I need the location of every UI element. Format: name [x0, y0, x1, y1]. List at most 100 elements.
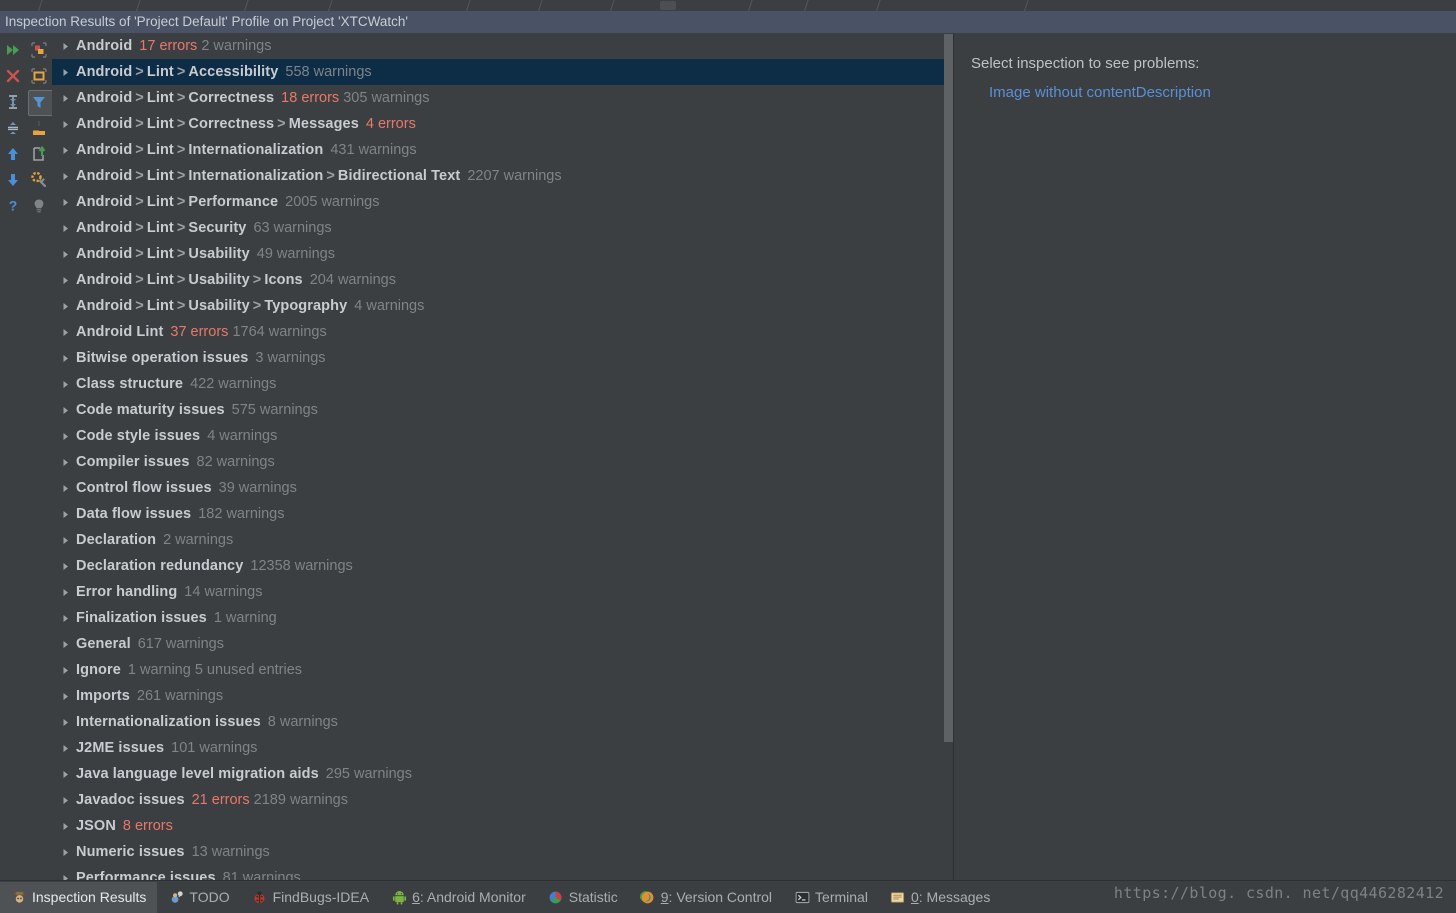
- tree-row[interactable]: Internationalization issues 8 warnings: [52, 709, 953, 735]
- tree-row[interactable]: Performance issues 81 warnings: [52, 865, 953, 880]
- tree-row[interactable]: Android > Lint > Usability > Typography 4 warni…: [52, 293, 953, 319]
- tree-row[interactable]: JSON 8 errors: [52, 813, 953, 839]
- statusbar-item-statistic[interactable]: Statistic: [537, 882, 629, 913]
- tree-row[interactable]: Numeric issues 13 warnings: [52, 839, 953, 865]
- tree-row[interactable]: Android > Lint > Correctness 18 errors 305 wa…: [52, 85, 953, 111]
- tree-row[interactable]: Ignore 1 warning 5 unused entries: [52, 657, 953, 683]
- previous-occurrence-icon[interactable]: [0, 141, 26, 167]
- chevron-right-icon[interactable]: [54, 172, 76, 181]
- help-icon[interactable]: ?: [0, 193, 26, 219]
- chevron-right-icon[interactable]: [54, 224, 76, 233]
- chevron-right-icon[interactable]: [54, 68, 76, 77]
- tree-row[interactable]: Android > Lint > Accessibility 558 warnings: [52, 59, 953, 85]
- chevron-right-icon[interactable]: [54, 406, 76, 415]
- tree-row[interactable]: Finalization issues 1 warning: [52, 605, 953, 631]
- tree-row-counts: 204 warnings: [309, 272, 396, 288]
- chevron-right-icon[interactable]: [54, 692, 76, 701]
- panel-title: Inspection Results of 'Project Default' …: [0, 11, 1456, 33]
- chevron-right-icon[interactable]: [54, 120, 76, 129]
- tree-row[interactable]: Declaration redundancy 12358 warnings: [52, 553, 953, 579]
- statusbar-item-todo[interactable]: TODO: [157, 882, 240, 913]
- group-by-severity-icon[interactable]: [26, 37, 52, 63]
- tree-row[interactable]: Bitwise operation issues 3 warnings: [52, 345, 953, 371]
- tree-row[interactable]: General 617 warnings: [52, 631, 953, 657]
- chevron-right-icon[interactable]: [54, 302, 76, 311]
- statusbar-item-findbugs-idea[interactable]: FindBugs-IDEA: [241, 882, 380, 913]
- tree-row[interactable]: Javadoc issues 21 errors 2189 warnings: [52, 787, 953, 813]
- chevron-right-icon[interactable]: [54, 562, 76, 571]
- tree-row[interactable]: Android > Lint > Usability > Icons 204 warnings: [52, 267, 953, 293]
- toolbar-column-right: [26, 33, 53, 880]
- chevron-right-icon[interactable]: [54, 146, 76, 155]
- chevron-right-icon[interactable]: [54, 770, 76, 779]
- filter-icon[interactable]: [26, 89, 53, 116]
- tree-vertical-scrollbar[interactable]: [944, 33, 953, 880]
- import-results-icon[interactable]: [26, 115, 52, 141]
- chevron-right-icon[interactable]: [54, 198, 76, 207]
- tree-row[interactable]: Control flow issues 39 warnings: [52, 475, 953, 501]
- chevron-right-icon[interactable]: [54, 42, 76, 51]
- chevron-right-icon[interactable]: [54, 250, 76, 259]
- tree-row-counts: 261 warnings: [136, 688, 224, 704]
- chevron-right-icon[interactable]: [54, 484, 76, 493]
- tree-row[interactable]: Error handling 14 warnings: [52, 579, 953, 605]
- statusbar-item-terminal[interactable]: Terminal: [783, 882, 879, 913]
- tree-row[interactable]: Android > Lint > Internationalization 431 war…: [52, 137, 953, 163]
- tree-row[interactable]: Declaration 2 warnings: [52, 527, 953, 553]
- tree-row[interactable]: Code maturity issues 575 warnings: [52, 397, 953, 423]
- chevron-right-icon[interactable]: [54, 380, 76, 389]
- chevron-right-icon[interactable]: [54, 796, 76, 805]
- settings-icon[interactable]: [26, 167, 52, 193]
- tree-row[interactable]: Android Lint 37 errors 1764 warnings: [52, 319, 953, 345]
- inspection-body: ? Android 17 errors 2 warnings Android >…: [0, 33, 1456, 880]
- chevron-right-icon[interactable]: [54, 666, 76, 675]
- tree-row[interactable]: Android > Lint > Security 63 warnings: [52, 215, 953, 241]
- chevron-right-icon[interactable]: [54, 354, 76, 363]
- tree-row[interactable]: Java language level migration aids 295 wa…: [52, 761, 953, 787]
- next-occurrence-icon[interactable]: [0, 167, 26, 193]
- statusbar-item-version-control[interactable]: 9: Version Control: [629, 882, 783, 913]
- inspection-link[interactable]: Image without contentDescription: [971, 84, 1456, 101]
- statusbar-item-label: 0: Messages: [910, 889, 991, 905]
- tree-row[interactable]: Android > Lint > Correctness > Messages 4 error…: [52, 111, 953, 137]
- chevron-right-icon[interactable]: [54, 718, 76, 727]
- tree-row[interactable]: Imports 261 warnings: [52, 683, 953, 709]
- tree-row[interactable]: Android > Lint > Usability 49 warnings: [52, 241, 953, 267]
- detail-panel: Select inspection to see problems: Image…: [954, 33, 1456, 880]
- chevron-right-icon[interactable]: [54, 432, 76, 441]
- chevron-right-icon[interactable]: [54, 848, 76, 857]
- chevron-right-icon[interactable]: [54, 458, 76, 467]
- chevron-right-icon[interactable]: [54, 328, 76, 337]
- close-icon[interactable]: [0, 63, 26, 89]
- collapse-all-icon[interactable]: [0, 115, 26, 141]
- chevron-right-icon[interactable]: [54, 510, 76, 519]
- expand-all-icon[interactable]: [0, 89, 26, 115]
- tree-row[interactable]: Code style issues 4 warnings: [52, 423, 953, 449]
- tree-row[interactable]: Android > Lint > Internationalization > Bidire…: [52, 163, 953, 189]
- statusbar-item-android-monitor[interactable]: 6: Android Monitor: [380, 882, 537, 913]
- tree-row[interactable]: Class structure 422 warnings: [52, 371, 953, 397]
- export-icon[interactable]: [26, 141, 52, 167]
- group-by-directory-icon[interactable]: [26, 63, 52, 89]
- tree-row[interactable]: J2ME issues 101 warnings: [52, 735, 953, 761]
- chevron-right-icon[interactable]: [54, 536, 76, 545]
- chevron-right-icon[interactable]: [54, 588, 76, 597]
- rerun-inspection-icon[interactable]: [0, 37, 26, 63]
- tree-row-label: Android > Lint > Correctness > Messages: [76, 116, 359, 132]
- chevron-right-icon[interactable]: [54, 640, 76, 649]
- scrollbar-thumb[interactable]: [944, 34, 953, 742]
- tree-row[interactable]: Data flow issues 182 warnings: [52, 501, 953, 527]
- chevron-right-icon[interactable]: [54, 276, 76, 285]
- tree-row[interactable]: Android > Lint > Performance 2005 warnings: [52, 189, 953, 215]
- chevron-right-icon[interactable]: [54, 94, 76, 103]
- tree-row[interactable]: Compiler issues 82 warnings: [52, 449, 953, 475]
- chevron-right-icon[interactable]: [54, 614, 76, 623]
- inspection-tree[interactable]: Android 17 errors 2 warnings Android > Lint >…: [52, 33, 953, 880]
- tree-row[interactable]: Android 17 errors 2 warnings: [52, 33, 953, 59]
- chevron-right-icon[interactable]: [54, 744, 76, 753]
- statusbar-item-messages[interactable]: 0: Messages: [879, 882, 1001, 913]
- statusbar-item-inspection-results[interactable]: Inspection Results: [0, 881, 158, 913]
- lightbulb-icon: [26, 193, 52, 219]
- inspector-icon: [11, 889, 27, 905]
- chevron-right-icon[interactable]: [54, 822, 76, 831]
